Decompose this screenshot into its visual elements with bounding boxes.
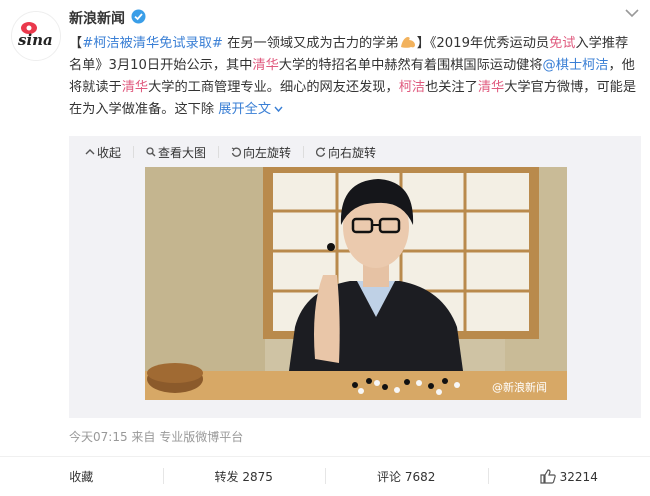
collapse-button[interactable]: 收起 (85, 144, 121, 161)
topic-link[interactable]: #柯洁被清华免试录取# (82, 36, 223, 51)
sina-logo-text: sina (18, 31, 53, 49)
favorite-button[interactable]: 收藏 (0, 457, 163, 496)
post-time[interactable]: 今天07:15 (69, 430, 128, 444)
like-count: 32214 (560, 470, 598, 484)
view-large-label: 查看大图 (158, 144, 206, 161)
post-photo[interactable]: @新浪新闻 (145, 167, 567, 400)
highlight-free-exam: 免试 (549, 36, 575, 51)
expand-full-text-link[interactable]: 展开全文 (218, 102, 283, 117)
rotate-right-button[interactable]: 向右旋转 (316, 144, 376, 161)
collapse-label: 收起 (97, 144, 121, 161)
repost-button[interactable]: 转发 2875 (163, 457, 326, 496)
action-bar: 收藏 转发 2875 评论 7682 32214 (0, 456, 650, 496)
post-source[interactable]: 专业版微博平台 (159, 430, 243, 444)
mention-link[interactable]: @棋士柯洁 (543, 58, 609, 73)
lead-text: 在另一领域又成为古力的学弟 (223, 36, 399, 51)
comment-label: 评论 (377, 468, 401, 485)
rotate-right-label: 向右旋转 (328, 144, 376, 161)
post-meta: 今天07:15 来自 专业版微博平台 (69, 428, 243, 445)
media-panel: 收起 查看大图 向左旋转 向右旋转 (69, 136, 641, 418)
verified-icon (131, 9, 146, 24)
weibo-post-card: sina 新浪新闻 【#柯洁被清华免试录取# 在另一领域又成为古力的学弟 】《20… (0, 0, 650, 495)
bracket-open: 【 (69, 36, 82, 51)
rotate-left-label: 向左旋转 (243, 144, 291, 161)
view-large-button[interactable]: 查看大图 (146, 144, 206, 161)
content-text-6: 也关注了 (425, 80, 478, 95)
content-text-3: 大学的特招名单中赫然有着围棋国际运动健将 (279, 58, 543, 73)
repost-count: 2875 (242, 470, 273, 484)
like-button[interactable]: 32214 (488, 457, 650, 496)
favorite-label: 收藏 (69, 468, 93, 485)
toolbar-divider (303, 146, 304, 158)
watermark-text: @新浪新闻 (492, 379, 547, 395)
avatar[interactable]: sina (11, 11, 61, 61)
toolbar-divider (218, 146, 219, 158)
magnifier-icon (146, 147, 156, 157)
rotate-right-icon (316, 147, 326, 157)
expand-label: 展开全文 (218, 102, 271, 117)
highlight-tsinghua-1: 清华 (252, 58, 278, 73)
highlight-kejie: 柯洁 (399, 80, 425, 95)
bracket-close-text: 】《2019年优秀运动员 (417, 36, 549, 51)
username[interactable]: 新浪新闻 (69, 8, 125, 28)
comment-count: 7682 (405, 470, 436, 484)
highlight-tsinghua-3: 清华 (478, 80, 504, 95)
photo-illustration (145, 167, 567, 400)
from-label: 来自 (131, 430, 155, 444)
highlight-tsinghua-2: 清华 (122, 80, 148, 95)
chevron-down-icon[interactable] (625, 8, 639, 18)
rotate-left-button[interactable]: 向左旋转 (231, 144, 291, 161)
media-toolbar: 收起 查看大图 向左旋转 向右旋转 (85, 143, 376, 161)
post-content: 【#柯洁被清华免试录取# 在另一领域又成为古力的学弟 】《2019年优秀运动员免试… (69, 33, 641, 121)
comment-button[interactable]: 评论 7682 (325, 457, 488, 496)
repost-label: 转发 (215, 468, 239, 485)
thumbs-up-icon (540, 469, 556, 484)
collapse-icon (85, 147, 95, 157)
expand-chevron-icon (274, 106, 283, 113)
flexed-biceps-icon (399, 35, 417, 49)
rotate-left-icon (231, 147, 241, 157)
content-text-5: 大学的工商管理专业。细心的网友还发现， (148, 80, 399, 95)
toolbar-divider (133, 146, 134, 158)
